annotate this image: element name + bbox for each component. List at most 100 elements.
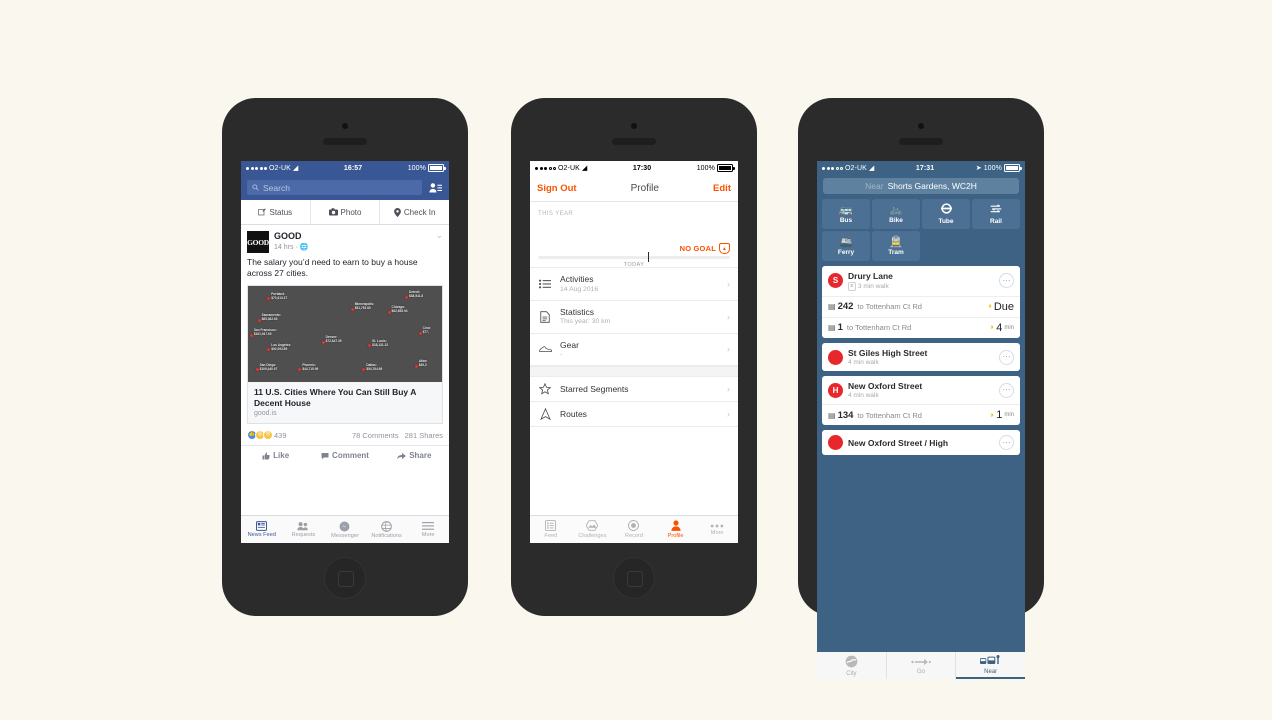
goal-progress-bar bbox=[538, 256, 730, 259]
menu-item-statistics-label: Statistics bbox=[560, 306, 595, 317]
share-button[interactable]: Share bbox=[380, 451, 449, 460]
menu-item-routes[interactable]: Routes › bbox=[530, 402, 738, 428]
tab-more[interactable]: More bbox=[696, 516, 738, 543]
post-link-card[interactable]: Portland: $70,613.37 Sacramento: $65,362.63… bbox=[247, 284, 443, 425]
composer-checkin-button[interactable]: Check In bbox=[380, 200, 449, 224]
composer-photo-button[interactable]: Photo bbox=[311, 200, 381, 224]
chevron-right-icon: › bbox=[727, 278, 730, 289]
sign-out-button[interactable]: Sign Out bbox=[537, 183, 577, 194]
friend-requests-icon[interactable] bbox=[428, 181, 443, 195]
reaction-icons[interactable]: 👍 😮 😢 bbox=[247, 430, 273, 441]
ferry-icon: 🚢 bbox=[839, 235, 853, 248]
tab-near[interactable]: Near bbox=[956, 652, 1025, 679]
tab-messenger[interactable]: Messenger bbox=[324, 516, 366, 543]
mode-ferry-label: Ferry bbox=[837, 248, 855, 256]
status-battery: ➤ 100% bbox=[976, 164, 1022, 172]
strava-menu-group-1: Activities 14 Aug 2016 › Statistics This… bbox=[530, 268, 738, 367]
menu-group-separator bbox=[530, 366, 738, 378]
comment-button[interactable]: Comment bbox=[310, 451, 379, 460]
tab-challenges[interactable]: Challenges bbox=[572, 516, 614, 543]
search-input[interactable]: Search bbox=[247, 180, 422, 195]
map-city-value: $70,613.37 bbox=[271, 295, 288, 300]
reaction-count[interactable]: 439 bbox=[274, 431, 287, 440]
chevron-down-icon[interactable]: ⌄ bbox=[435, 231, 443, 240]
departure-row[interactable]: ▤ 242 to Tottenham Ct Rd ◕ Due bbox=[822, 295, 1020, 317]
stop-card[interactable]: St Giles High Street 4 min walk ⋯ bbox=[822, 342, 1020, 372]
tab-record[interactable]: Record bbox=[613, 516, 655, 543]
edit-button[interactable]: Edit bbox=[713, 183, 731, 194]
near-location-field[interactable]: Near Shorts Gardens, WC2H bbox=[823, 178, 1019, 194]
transport-mode-grid: 🚌 Bus 🚲 Bike Tube Rail 🚢 Ferry 🚊 Tram bbox=[817, 199, 1025, 266]
stop-more-button[interactable]: ⋯ bbox=[999, 349, 1014, 365]
citymapper-tab-bar: City Go Near bbox=[817, 652, 1025, 679]
departure-unit: min bbox=[1004, 412, 1014, 419]
departure-route: ▤ 1 bbox=[828, 322, 843, 333]
tab-messenger-label: Messenger bbox=[331, 532, 359, 539]
stop-card[interactable]: New Oxford Street / High ⋯ bbox=[822, 430, 1020, 456]
tab-notifications[interactable]: Notifications bbox=[366, 516, 408, 543]
stop-letter-badge: S bbox=[828, 273, 843, 289]
status-time: 17:31 bbox=[915, 164, 935, 172]
menu-item-activities[interactable]: Activities 14 Aug 2016 › bbox=[530, 268, 738, 301]
tab-record-label: Record bbox=[624, 532, 643, 539]
mode-bike[interactable]: 🚲 Bike bbox=[872, 199, 920, 229]
menu-item-gear[interactable]: Gear - › bbox=[530, 334, 738, 367]
home-button[interactable] bbox=[324, 557, 366, 599]
post-author[interactable]: GOOD bbox=[274, 231, 308, 242]
stop-more-button[interactable]: ⋯ bbox=[999, 273, 1014, 289]
no-goal-label: NO GOAL bbox=[679, 244, 716, 253]
no-goal-button[interactable]: NO GOAL ▲ bbox=[680, 243, 730, 254]
home-button[interactable] bbox=[613, 557, 655, 599]
mode-tram[interactable]: 🚊 Tram bbox=[872, 231, 920, 261]
composer-status-button[interactable]: Status bbox=[241, 200, 311, 224]
status-time: 16:57 bbox=[343, 164, 363, 172]
menu-item-statistics[interactable]: Statistics This year: 30 km › bbox=[530, 301, 738, 334]
mode-bus[interactable]: 🚌 Bus bbox=[822, 199, 870, 229]
like-button[interactable]: Like bbox=[241, 451, 310, 460]
battery-icon bbox=[428, 164, 446, 172]
routes-arrow-icon bbox=[538, 408, 552, 421]
share-count[interactable]: 281 Shares bbox=[405, 431, 443, 440]
bus-icon: ▤ bbox=[828, 410, 836, 420]
departure-time: ◕ Due bbox=[986, 301, 1014, 313]
tab-go[interactable]: Go bbox=[887, 652, 957, 679]
goal-shield-icon: ▲ bbox=[719, 243, 730, 254]
rail-icon bbox=[990, 203, 1002, 217]
tab-more[interactable]: More bbox=[407, 516, 449, 543]
tab-requests[interactable]: Requests bbox=[283, 516, 325, 543]
tab-news-feed[interactable]: News Feed bbox=[241, 516, 283, 543]
mode-ferry[interactable]: 🚢 Ferry bbox=[822, 231, 870, 261]
avatar[interactable]: GOOD bbox=[247, 231, 269, 253]
share-arrow-icon bbox=[397, 452, 407, 459]
bus-icon: 🚌 bbox=[839, 203, 853, 216]
stop-card[interactable]: H New Oxford Street 4 min walk ⋯ ▤ 134 to Tott… bbox=[822, 376, 1020, 426]
signal-dots-icon bbox=[822, 166, 843, 170]
stop-letter-badge bbox=[828, 435, 843, 451]
status-bar: O2-UK ◢ 16:57 100% bbox=[241, 161, 449, 175]
status-carrier: O2-UK ◢ bbox=[535, 165, 587, 172]
departure-time: ◕ 1 min bbox=[988, 409, 1014, 421]
departure-row[interactable]: ▤ 134 to Tottenham Ct Rd ◕ 1 min bbox=[822, 404, 1020, 425]
composer-checkin-label: Check In bbox=[403, 207, 436, 217]
goal-section: THIS YEAR NO GOAL ▲ TODAY bbox=[530, 202, 738, 268]
share-label: Share bbox=[409, 451, 432, 461]
map-city-value: $54,764.69 bbox=[366, 366, 383, 371]
map-city-label: Dallas: $54,764.69 bbox=[366, 363, 382, 371]
stop-card[interactable]: S Drury Lane E 3 min walk ⋯ ▤ 242 to Tottenham … bbox=[822, 266, 1020, 338]
mode-tube[interactable]: Tube bbox=[922, 199, 970, 229]
tab-city[interactable]: City bbox=[817, 652, 887, 679]
menu-item-starred-segments[interactable]: Starred Segments › bbox=[530, 377, 738, 403]
post-meta: 14 hrs · 🌐 bbox=[274, 243, 308, 251]
post-stats: 👍 😮 😢 439 78 Comments 281 Shares bbox=[241, 424, 449, 445]
stop-more-button[interactable]: ⋯ bbox=[999, 435, 1014, 451]
mode-rail[interactable]: Rail bbox=[972, 199, 1020, 229]
stop-more-button[interactable]: ⋯ bbox=[999, 382, 1014, 398]
comment-count[interactable]: 78 Comments bbox=[352, 431, 399, 440]
tab-near-label: Near bbox=[984, 668, 998, 675]
tab-challenges-label: Challenges bbox=[578, 532, 607, 539]
strava-tab-bar: Feed Challenges Record Profile More bbox=[530, 515, 738, 543]
stop-header: New Oxford Street / High ⋯ bbox=[822, 430, 1020, 455]
tab-profile[interactable]: Profile bbox=[655, 516, 697, 543]
tab-feed[interactable]: Feed bbox=[530, 516, 572, 543]
departure-row[interactable]: ▤ 1 to Tottenham Ct Rd ◕ 4 min bbox=[822, 316, 1020, 338]
